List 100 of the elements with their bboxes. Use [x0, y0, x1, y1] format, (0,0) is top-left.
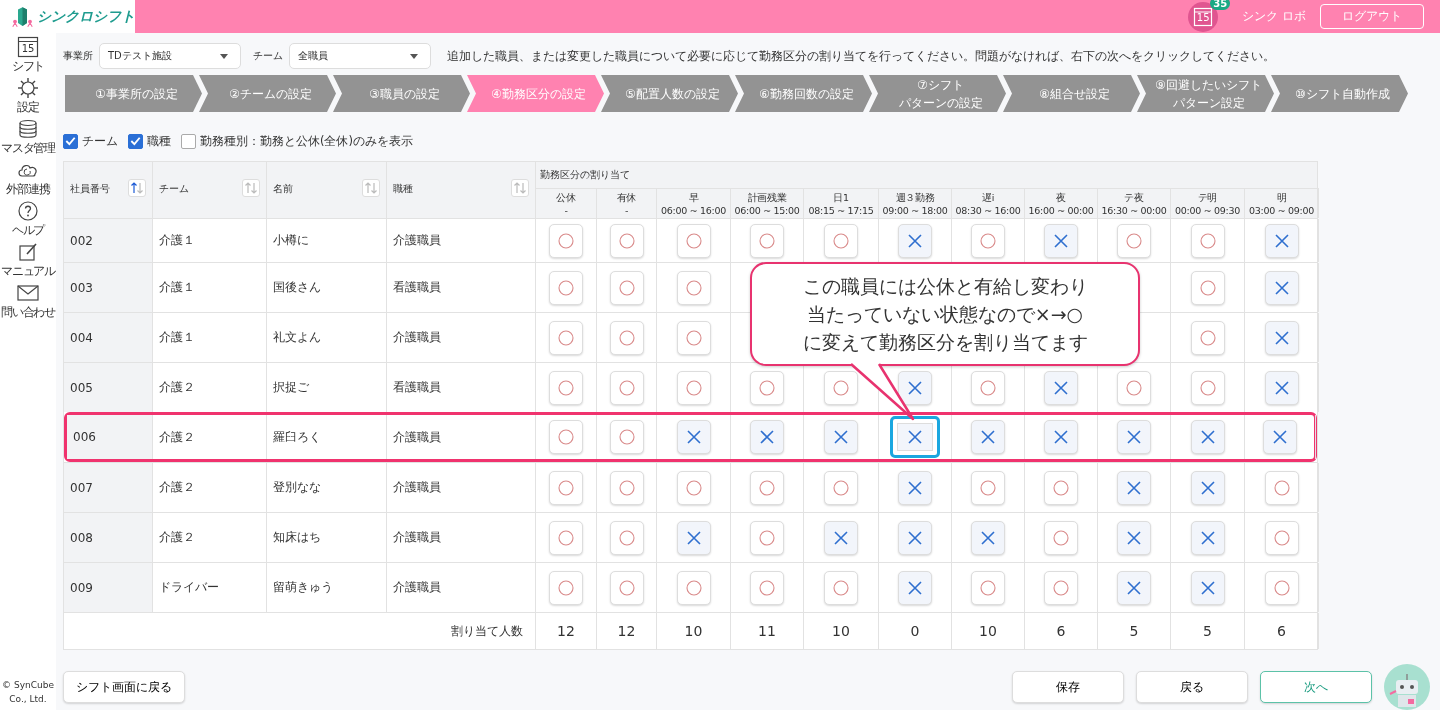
assigned-toggle[interactable] — [1044, 570, 1078, 605]
shift-name: 公休 — [556, 190, 576, 204]
assigned-toggle[interactable] — [609, 420, 644, 454]
assigned-toggle[interactable] — [824, 370, 858, 405]
assigned-toggle[interactable] — [824, 470, 858, 505]
assigned-toggle[interactable] — [549, 570, 583, 605]
assigned-toggle[interactable] — [549, 320, 583, 355]
assigned-toggle[interactable] — [609, 370, 644, 405]
assigned-toggle[interactable] — [750, 223, 784, 258]
assigned-toggle[interactable] — [676, 270, 711, 305]
table-cell: 択捉ご — [267, 363, 387, 412]
unassigned-toggle[interactable] — [890, 416, 940, 458]
sort-button[interactable] — [128, 179, 146, 197]
shift-name: 有休 — [616, 190, 637, 204]
assigned-toggle[interactable] — [1190, 370, 1225, 405]
sidebar-item[interactable]: マニュアル — [1, 240, 55, 281]
sort-button[interactable] — [362, 179, 380, 197]
step-tab[interactable]: ④勤務区分の設定 — [467, 75, 604, 112]
save-button[interactable]: 保存 — [1012, 671, 1124, 703]
assigned-toggle[interactable] — [1264, 470, 1299, 505]
total-cell: 6 — [1025, 613, 1098, 649]
shift-time: - — [624, 203, 629, 217]
assigned-toggle[interactable] — [549, 470, 583, 505]
assigned-toggle[interactable] — [750, 570, 784, 605]
assigned-toggle[interactable] — [750, 520, 784, 555]
filter-select[interactable]: 全職員 — [289, 43, 431, 69]
sidebar-item[interactable]: 設定 — [17, 76, 39, 117]
assigned-toggle[interactable] — [1190, 270, 1225, 305]
sort-icon — [244, 182, 258, 194]
sidebar-item[interactable]: ヘルプ — [11, 199, 45, 240]
step-tab[interactable]: ⑤配置人数の設定 — [601, 75, 738, 112]
next-button[interactable]: 次へ — [1260, 671, 1372, 703]
assigned-toggle[interactable] — [676, 223, 711, 258]
assigned-toggle[interactable] — [609, 270, 644, 305]
calendar-icon — [17, 36, 39, 58]
assigned-toggle[interactable] — [549, 520, 583, 555]
assigned-toggle[interactable] — [971, 223, 1005, 258]
checkbox[interactable] — [128, 133, 143, 149]
column-header: チーム — [159, 182, 189, 196]
sidebar-item[interactable]: 15 シフト — [11, 35, 45, 76]
assigned-toggle[interactable] — [1264, 520, 1299, 555]
assigned-toggle[interactable] — [1190, 223, 1225, 258]
sort-icon — [130, 182, 144, 194]
assigned-toggle[interactable] — [1044, 470, 1078, 505]
logout-button[interactable]: ログアウト — [1320, 4, 1424, 29]
step-tab[interactable]: ⑦シフト パターンの設定 — [869, 75, 1006, 112]
shift-time: 16:00 ~ 00:00 — [1028, 203, 1094, 217]
assigned-toggle[interactable] — [750, 470, 784, 505]
shift-time: 06:00 ~ 16:00 — [661, 203, 726, 217]
assigned-toggle[interactable] — [1117, 223, 1151, 258]
back-button[interactable]: 戻る — [1136, 671, 1248, 703]
assigned-toggle[interactable] — [609, 470, 644, 505]
step-tab[interactable]: ②チームの設定 — [199, 75, 336, 112]
assigned-toggle[interactable] — [549, 420, 583, 454]
step-tab[interactable]: ⑥勤務回数の設定 — [735, 75, 872, 112]
assigned-toggle[interactable] — [1190, 320, 1225, 355]
shift-name: 計画残業 — [747, 190, 787, 204]
assigned-toggle[interactable] — [1264, 570, 1299, 605]
sidebar-item[interactable]: 問い合わせ — [1, 281, 55, 322]
assigned-toggle[interactable] — [609, 570, 644, 605]
assigned-toggle[interactable] — [971, 570, 1005, 605]
filter-select[interactable]: TDテスト施設 — [99, 43, 241, 69]
table-cell: 看護職員 — [387, 263, 536, 312]
table-cell: 008 — [64, 513, 153, 562]
table-cell: 登別なな — [267, 463, 387, 512]
assigned-toggle[interactable] — [676, 320, 711, 355]
checkbox[interactable] — [63, 133, 78, 149]
assigned-toggle[interactable] — [750, 370, 784, 405]
sidebar-item[interactable]: 外部連携 — [6, 158, 50, 199]
assigned-toggle[interactable] — [609, 520, 644, 555]
table-cell: 看護職員 — [387, 363, 536, 412]
sort-button[interactable] — [511, 179, 529, 197]
assigned-toggle[interactable] — [824, 570, 858, 605]
step-tab[interactable]: ③職員の設定 — [333, 75, 470, 112]
step-tab[interactable]: ①事業所の設定 — [65, 75, 202, 112]
assigned-toggle[interactable] — [676, 370, 711, 405]
assigned-toggle[interactable] — [549, 270, 583, 305]
checkbox[interactable] — [181, 133, 196, 149]
total-cell: 10 — [804, 613, 879, 649]
assigned-toggle[interactable] — [549, 223, 583, 258]
table-cell: ドライバー — [153, 563, 267, 612]
assigned-toggle[interactable] — [676, 470, 711, 505]
assigned-toggle[interactable] — [824, 223, 858, 258]
step-tab[interactable]: ⑩シフト自動作成 — [1271, 75, 1408, 112]
assigned-toggle[interactable] — [971, 370, 1005, 405]
assigned-toggle[interactable] — [1044, 520, 1078, 555]
step-tab[interactable]: ⑧組合せ設定 — [1003, 75, 1140, 112]
dropdown-caret-icon — [220, 53, 228, 59]
robot-icon[interactable] — [1384, 664, 1430, 710]
assigned-toggle[interactable] — [676, 570, 711, 605]
assigned-toggle[interactable] — [609, 223, 644, 258]
back-to-shift-button[interactable]: シフト画面に戻る — [63, 671, 185, 703]
assigned-toggle[interactable] — [971, 470, 1005, 505]
sort-button[interactable] — [242, 179, 260, 197]
sidebar-item[interactable]: マスタ管理 — [1, 117, 55, 158]
table-cell: 005 — [64, 363, 153, 412]
assigned-toggle[interactable] — [549, 370, 583, 405]
assigned-toggle[interactable] — [609, 320, 644, 355]
step-tab[interactable]: ⑨回避したいシフト パターン設定 — [1137, 75, 1274, 112]
assigned-toggle[interactable] — [1117, 370, 1151, 405]
